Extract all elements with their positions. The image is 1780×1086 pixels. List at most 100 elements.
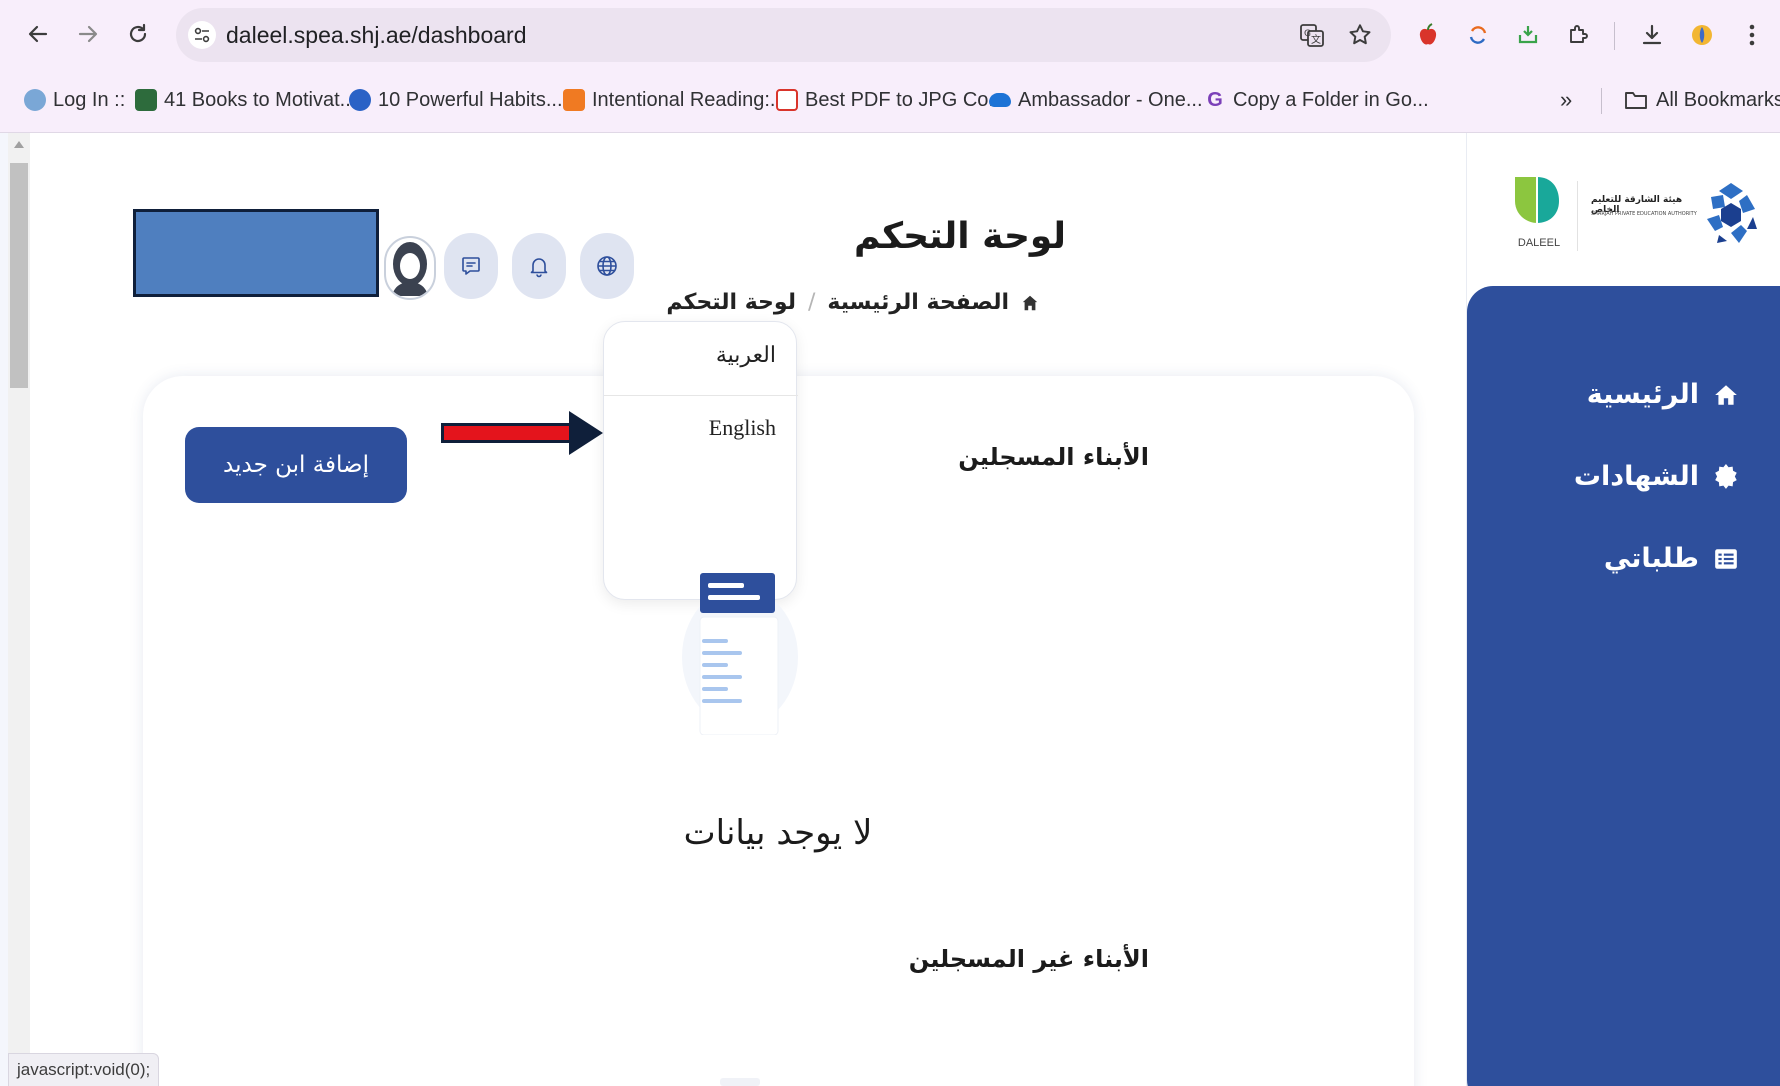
status-bar-url: javascript:void(0);	[8, 1053, 160, 1086]
bookmark-label: Log In ::	[53, 88, 126, 111]
reload-button[interactable]	[118, 14, 158, 54]
bookmark-label: 10 Powerful Habits...	[378, 88, 563, 111]
bookmark-label: 41 Books to Motivat...	[164, 88, 357, 111]
sidebar-item-label: طلباتي	[1603, 543, 1699, 574]
browser-menu-button[interactable]	[1736, 17, 1768, 53]
scroll-up-arrow-icon[interactable]	[14, 141, 24, 148]
logo-divider	[1577, 181, 1578, 251]
extension-refresh[interactable]	[1462, 17, 1494, 53]
add-child-button[interactable]: إضافة ابن جديد	[185, 427, 407, 503]
folder-icon	[1625, 92, 1647, 109]
home-icon	[1711, 380, 1741, 410]
sidebar-item-my-requests[interactable]: طلباتي	[1604, 543, 1741, 574]
svg-text:G: G	[1304, 29, 1311, 39]
bookmark-item[interactable]: 10 Powerful Habits...	[349, 85, 563, 115]
sidebar-item-certificates[interactable]: الشهادات	[1574, 461, 1741, 492]
bookmark-label: Best PDF to JPG Co...	[805, 88, 1006, 111]
bookmark-star-button[interactable]	[1346, 21, 1374, 49]
list-icon	[1711, 544, 1741, 574]
bookmark-item[interactable]: Best PDF to JPG Co...	[776, 85, 1005, 115]
page-title: لوحة التحكم	[853, 216, 1066, 257]
puzzle-icon	[1570, 25, 1588, 43]
cloud-icon	[989, 93, 1011, 107]
sync-icon	[1469, 26, 1487, 44]
profile-icon	[1692, 25, 1712, 45]
empty-state-message: لا يوجد بيانات	[683, 813, 873, 853]
breadcrumb-separator: /	[807, 290, 816, 315]
notifications-button[interactable]	[512, 233, 566, 299]
bookmark-item[interactable]: G Copy a Folder in Go...	[1204, 85, 1429, 115]
extension-apple[interactable]	[1412, 17, 1444, 53]
apple-icon	[1419, 23, 1437, 45]
bell-icon	[530, 258, 548, 278]
back-button[interactable]	[18, 14, 58, 54]
profile-button[interactable]	[1686, 17, 1718, 53]
sidebar-nav: الرئيسية الشهادات طلباتي	[1467, 286, 1780, 1086]
forward-button[interactable]	[68, 14, 108, 54]
page-viewport: لوحة التحكم الصفحة الرئيسية / لوحة التحك…	[0, 133, 1780, 1086]
language-option-english[interactable]: English	[709, 415, 776, 441]
bookmark-item[interactable]: Ambassador - One...	[989, 85, 1203, 115]
messages-button[interactable]	[444, 233, 498, 299]
next-illustration-peek	[720, 1078, 760, 1086]
bookmarks-bar: Log In :: 41 Books to Motivat... 10 Powe…	[0, 70, 1780, 133]
translate-icon: 文G	[1300, 24, 1324, 47]
breadcrumb-current: لوحة التحكم	[666, 290, 796, 315]
svg-text:文: 文	[1311, 33, 1321, 46]
translate-button[interactable]: 文G	[1298, 21, 1326, 49]
star-icon	[1349, 24, 1371, 45]
annotation-arrow	[441, 411, 603, 455]
daleel-logo-caption: DALEEL	[1517, 237, 1561, 249]
dropdown-divider	[604, 395, 798, 396]
more-bookmarks-label: »	[1560, 87, 1573, 112]
sidebar-item-label: الشهادات	[1573, 461, 1699, 492]
bookmark-label: Intentional Reading:...	[592, 88, 787, 111]
badge-icon	[1711, 462, 1741, 492]
back-arrow-icon	[28, 25, 48, 43]
extension-download-manager[interactable]	[1512, 17, 1544, 53]
toolbar-divider	[1614, 22, 1615, 50]
reload-icon	[129, 23, 147, 43]
authority-name-en: SHARJAH PRIVATE EDUCATION AUTHORITY	[1591, 211, 1697, 217]
url-text[interactable]: daleel.spea.shj.ae/dashboard	[226, 22, 527, 49]
user-silhouette-icon	[392, 242, 428, 296]
language-button[interactable]	[580, 233, 634, 299]
breadcrumb: الصفحة الرئيسية / لوحة التحكم	[666, 290, 1039, 315]
sidebar-item-home[interactable]: الرئيسية	[1587, 379, 1741, 410]
user-avatar[interactable]	[384, 236, 436, 300]
chat-icon	[462, 257, 480, 275]
sidebar-item-label: الرئيسية	[1586, 379, 1699, 410]
address-bar[interactable]: daleel.spea.shj.ae/dashboard 文G	[176, 8, 1391, 62]
globe-icon	[597, 256, 617, 276]
breadcrumb-home-link[interactable]: الصفحة الرئيسية	[827, 290, 1009, 315]
gear-icon	[24, 89, 46, 111]
s-logo-icon	[135, 89, 157, 111]
downloads-button[interactable]	[1636, 17, 1668, 53]
all-bookmarks-label: All Bookmarks	[1656, 88, 1780, 111]
bookmark-label: Copy a Folder in Go...	[1233, 88, 1429, 111]
language-dropdown: العربية English	[603, 321, 798, 600]
tune-icon	[194, 27, 210, 43]
bookmark-item[interactable]: Log In ::	[24, 85, 125, 115]
pdf-icon	[776, 89, 798, 111]
redacted-user-name	[133, 209, 379, 297]
registered-children-title: الأبناء المسجلين	[958, 443, 1149, 471]
more-bookmarks-button[interactable]: »	[1560, 85, 1572, 115]
bookmark-item[interactable]: Intentional Reading:...	[563, 85, 787, 115]
all-bookmarks-button[interactable]: All Bookmarks	[1624, 85, 1780, 115]
language-option-arabic[interactable]: العربية	[716, 342, 776, 368]
browser-toolbar: daleel.spea.shj.ae/dashboard 文G	[0, 0, 1780, 70]
unregistered-children-title: الأبناء غير المسجلين	[908, 945, 1149, 973]
bookmarks-divider	[1601, 88, 1602, 114]
extensions-button[interactable]	[1562, 17, 1594, 53]
spiral-icon	[349, 89, 371, 111]
scrollbar-thumb[interactable]	[10, 163, 28, 388]
more-vertical-icon	[1749, 24, 1755, 46]
bookmark-item[interactable]: 41 Books to Motivat...	[135, 85, 356, 115]
home-icon	[1022, 295, 1038, 310]
main-content: لوحة التحكم الصفحة الرئيسية / لوحة التحك…	[30, 133, 1466, 1086]
site-info-button[interactable]	[188, 21, 216, 49]
bookmark-label: Ambassador - One...	[1018, 88, 1203, 111]
g-logo-icon: G	[1207, 89, 1223, 111]
logo-area: DALEEL هيئة الشارقة للتعليم الخاص SHARJA…	[1507, 173, 1757, 263]
